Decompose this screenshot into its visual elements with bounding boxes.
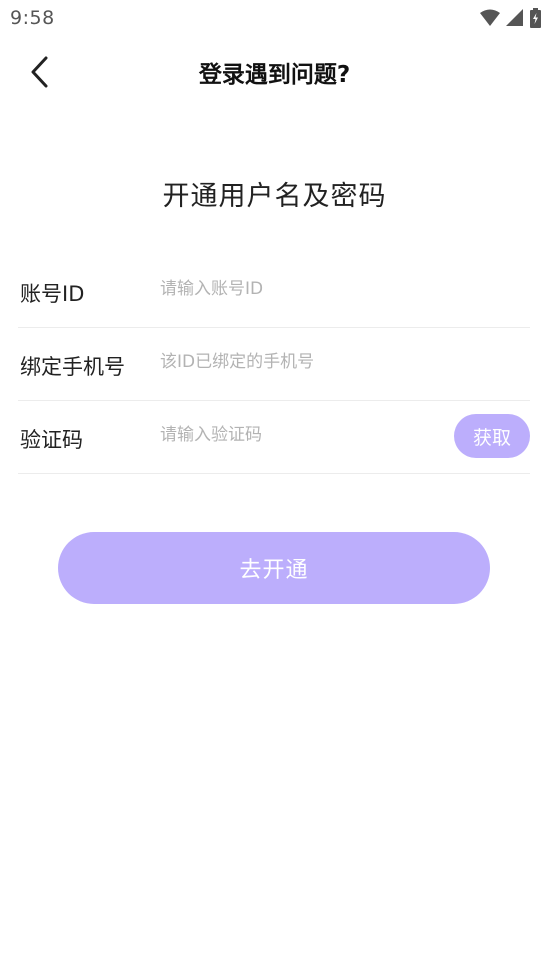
page-title: 登录遇到问题? [198, 62, 351, 88]
fetch-code-button[interactable]: 获取 [454, 414, 530, 458]
account-id-row: 账号ID [18, 254, 530, 328]
signal-icon [506, 9, 524, 31]
phone-input[interactable] [160, 347, 440, 377]
verification-code-input[interactable] [160, 420, 440, 450]
status-icons [480, 8, 541, 32]
battery-charging-icon [530, 8, 541, 32]
verification-code-row: 验证码 获取 [18, 400, 530, 474]
submit-button[interactable]: 去开通 [58, 532, 490, 604]
header: 登录遇到问题? [0, 40, 549, 108]
phone-row: 绑定手机号 [18, 327, 530, 401]
wifi-icon [480, 9, 500, 31]
account-id-label: 账号ID [20, 282, 85, 306]
verification-code-label: 验证码 [20, 428, 83, 452]
account-id-input[interactable] [160, 274, 440, 304]
phone-label: 绑定手机号 [20, 355, 125, 379]
section-title: 开通用户名及密码 [162, 181, 387, 212]
status-bar: 9:58 [0, 0, 549, 36]
status-time: 9:58 [10, 7, 55, 29]
